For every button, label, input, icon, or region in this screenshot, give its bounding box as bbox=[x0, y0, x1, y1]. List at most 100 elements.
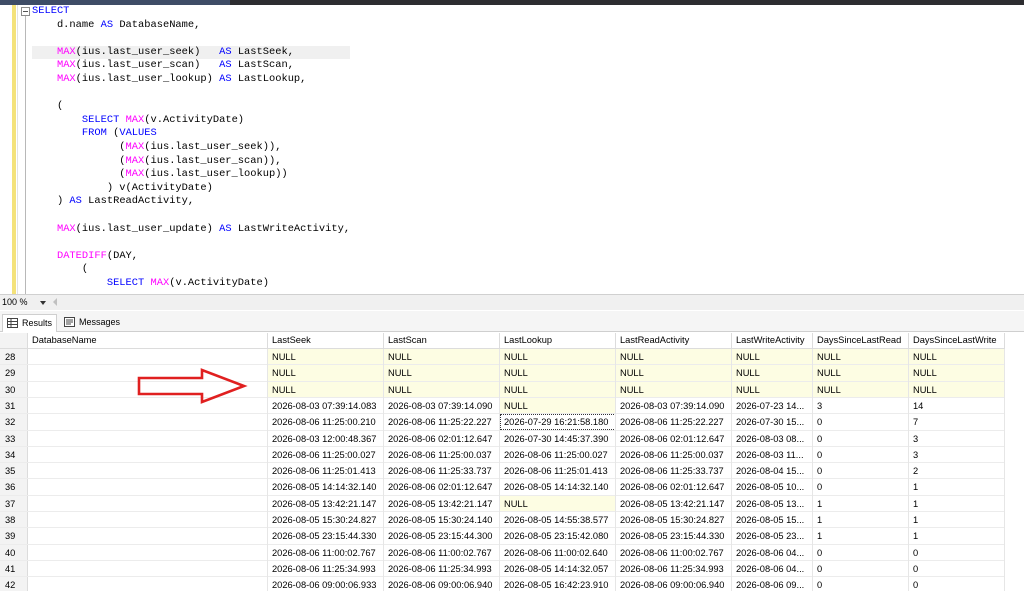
grid-cell[interactable]: 0 bbox=[813, 479, 909, 495]
grid-cell[interactable] bbox=[28, 561, 268, 577]
grid-cell[interactable]: 2026-08-06 02:01:12.647 bbox=[616, 431, 732, 447]
grid-cell[interactable]: 2026-08-06 02:01:12.647 bbox=[616, 479, 732, 495]
grid-cell[interactable]: NULL bbox=[732, 365, 813, 382]
grid-cell[interactable]: 2026-08-06 11:25:33.737 bbox=[616, 463, 732, 479]
code-line[interactable]: ( bbox=[32, 263, 350, 277]
grid-cell[interactable]: 3 bbox=[909, 431, 1005, 447]
grid-cell[interactable]: 0 bbox=[813, 447, 909, 463]
column-header[interactable]: LastWriteActivity bbox=[732, 333, 813, 349]
grid-cell[interactable]: 2026-08-06 11:00:02.767 bbox=[384, 545, 500, 561]
grid-cell[interactable]: NULL bbox=[500, 495, 616, 512]
code-line[interactable]: DATEDIFF(DAY, bbox=[32, 250, 350, 264]
grid-cell[interactable]: 2026-08-03 07:39:14.090 bbox=[616, 398, 732, 414]
grid-cell[interactable]: 2026-08-06 02:01:12.647 bbox=[384, 479, 500, 495]
grid-cell[interactable]: 2026-08-05 13... bbox=[732, 496, 813, 512]
grid-cell[interactable]: 2026-08-06 09:00:06.940 bbox=[384, 577, 500, 591]
row-number[interactable]: 36 bbox=[0, 479, 28, 496]
grid-corner[interactable] bbox=[0, 333, 28, 349]
grid-cell[interactable]: 2026-08-05 13:42:21.147 bbox=[268, 496, 384, 512]
grid-cell[interactable]: NULL bbox=[732, 349, 813, 366]
row-number[interactable]: 37 bbox=[0, 495, 28, 512]
grid-cell[interactable]: 2026-08-05 16:42:23.910 bbox=[500, 577, 616, 591]
grid-cell[interactable]: 2026-08-06 11:25:00.027 bbox=[500, 447, 616, 463]
grid-cell[interactable]: 0 bbox=[813, 431, 909, 447]
collapse-toggle-icon[interactable] bbox=[21, 7, 30, 16]
code-line[interactable]: MAX(ius.last_user_lookup) AS LastLookup, bbox=[32, 73, 350, 87]
column-header[interactable]: LastReadActivity bbox=[616, 333, 732, 349]
grid-cell[interactable]: 0 bbox=[909, 545, 1005, 561]
grid-cell[interactable]: 2026-08-06 11:25:01.413 bbox=[268, 463, 384, 479]
grid-cell[interactable]: NULL bbox=[616, 365, 732, 382]
grid-cell[interactable]: 2026-08-06 11:25:34.993 bbox=[384, 561, 500, 577]
row-number[interactable]: 28 bbox=[0, 349, 28, 366]
grid-cell[interactable]: 3 bbox=[909, 447, 1005, 463]
row-number[interactable]: 39 bbox=[0, 528, 28, 545]
query-editor[interactable]: SELECT d.name AS DatabaseName,​ MAX(ius.… bbox=[0, 5, 1024, 294]
tab-messages[interactable]: Messages bbox=[60, 314, 126, 332]
grid-cell[interactable]: 2026-08-05 23:15:44.330 bbox=[268, 528, 384, 544]
grid-cell[interactable]: 2026-08-05 15:30:24.140 bbox=[384, 512, 500, 528]
grid-cell[interactable]: 2026-08-06 11:25:00.210 bbox=[268, 414, 384, 430]
grid-cell[interactable]: 2026-07-30 14:45:37.390 bbox=[500, 431, 616, 447]
code-line[interactable]: SELECT bbox=[32, 5, 350, 19]
grid-cell[interactable]: 2026-08-06 11:00:02.767 bbox=[616, 545, 732, 561]
grid-cell[interactable]: 2026-07-29 16:21:58.180 bbox=[500, 414, 616, 431]
grid-cell[interactable]: 2026-08-05 23:15:44.330 bbox=[616, 528, 732, 544]
grid-cell[interactable]: NULL bbox=[732, 381, 813, 398]
code-line[interactable]: ) v(ActivityDate) bbox=[32, 182, 350, 196]
column-header[interactable]: LastSeek bbox=[268, 333, 384, 349]
grid-cell[interactable]: 2026-08-05 13:42:21.147 bbox=[384, 496, 500, 512]
scroll-left-icon[interactable] bbox=[53, 298, 57, 306]
tab-results[interactable]: Results bbox=[2, 314, 57, 332]
grid-cell[interactable]: NULL bbox=[500, 365, 616, 382]
grid-cell[interactable]: 2026-08-05 23... bbox=[732, 528, 813, 544]
grid-cell[interactable]: 2 bbox=[909, 463, 1005, 479]
grid-cell[interactable]: 2026-08-06 04... bbox=[732, 545, 813, 561]
grid-cell[interactable]: 2026-08-06 11:25:33.737 bbox=[384, 463, 500, 479]
row-number[interactable]: 40 bbox=[0, 544, 28, 561]
grid-cell[interactable]: 2026-08-05 23:15:44.300 bbox=[384, 528, 500, 544]
code-line[interactable]: MAX(ius.last_user_scan) AS LastScan, bbox=[32, 59, 350, 73]
grid-cell[interactable]: 2026-08-03 07:39:14.090 bbox=[384, 398, 500, 414]
grid-cell[interactable] bbox=[28, 431, 268, 447]
grid-cell[interactable]: 2026-08-05 14:14:32.057 bbox=[500, 561, 616, 577]
row-number[interactable]: 29 bbox=[0, 365, 28, 382]
code-line[interactable]: ( bbox=[32, 100, 350, 114]
grid-cell[interactable]: 0 bbox=[813, 414, 909, 430]
grid-cell[interactable]: NULL bbox=[500, 349, 616, 366]
grid-cell[interactable]: 2026-08-06 11:25:34.993 bbox=[616, 561, 732, 577]
grid-cell[interactable]: 2026-08-05 13:42:21.147 bbox=[616, 496, 732, 512]
column-header[interactable]: DaysSinceLastWrite bbox=[909, 333, 1005, 349]
grid-cell[interactable]: 2026-08-06 09:00:06.940 bbox=[616, 577, 732, 591]
grid-cell[interactable]: 2026-08-06 11:00:02.767 bbox=[268, 545, 384, 561]
code-line[interactable]: (MAX(ius.last_user_lookup)) bbox=[32, 168, 350, 182]
grid-cell[interactable] bbox=[28, 414, 268, 430]
grid-cell[interactable]: NULL bbox=[813, 381, 909, 398]
grid-cell[interactable]: 2026-08-05 10... bbox=[732, 479, 813, 495]
grid-cell[interactable] bbox=[28, 512, 268, 528]
row-number[interactable]: 42 bbox=[0, 577, 28, 591]
grid-cell[interactable]: 2026-08-06 11:25:00.037 bbox=[384, 447, 500, 463]
row-number[interactable]: 41 bbox=[0, 560, 28, 578]
grid-cell[interactable]: NULL bbox=[909, 381, 1005, 398]
zoom-select[interactable]: 100 % bbox=[0, 296, 48, 309]
grid-cell[interactable]: 0 bbox=[813, 463, 909, 479]
grid-cell[interactable]: 2026-08-05 15... bbox=[732, 512, 813, 528]
grid-cell[interactable]: 2026-08-03 12:00:48.367 bbox=[268, 431, 384, 447]
code-line[interactable]: ​ bbox=[32, 32, 350, 46]
grid-cell[interactable]: NULL bbox=[268, 349, 384, 366]
grid-cell[interactable]: 2026-08-06 04... bbox=[732, 561, 813, 577]
grid-cell[interactable]: 2026-08-06 11:25:34.993 bbox=[268, 561, 384, 577]
grid-cell[interactable]: 2026-08-03 08... bbox=[732, 431, 813, 447]
grid-cell[interactable]: 1 bbox=[909, 512, 1005, 528]
grid-cell[interactable]: 2026-08-05 15:30:24.827 bbox=[268, 512, 384, 528]
grid-cell[interactable]: 7 bbox=[909, 414, 1005, 430]
grid-cell[interactable]: NULL bbox=[268, 381, 384, 398]
grid-cell[interactable]: 1 bbox=[909, 528, 1005, 544]
grid-cell[interactable]: 2026-08-03 07:39:14.083 bbox=[268, 398, 384, 414]
grid-cell[interactable] bbox=[28, 528, 268, 544]
chevron-down-icon[interactable] bbox=[40, 301, 46, 305]
row-number[interactable]: 35 bbox=[0, 463, 28, 480]
grid-cell[interactable] bbox=[28, 463, 268, 479]
grid-cell[interactable]: NULL bbox=[909, 349, 1005, 366]
